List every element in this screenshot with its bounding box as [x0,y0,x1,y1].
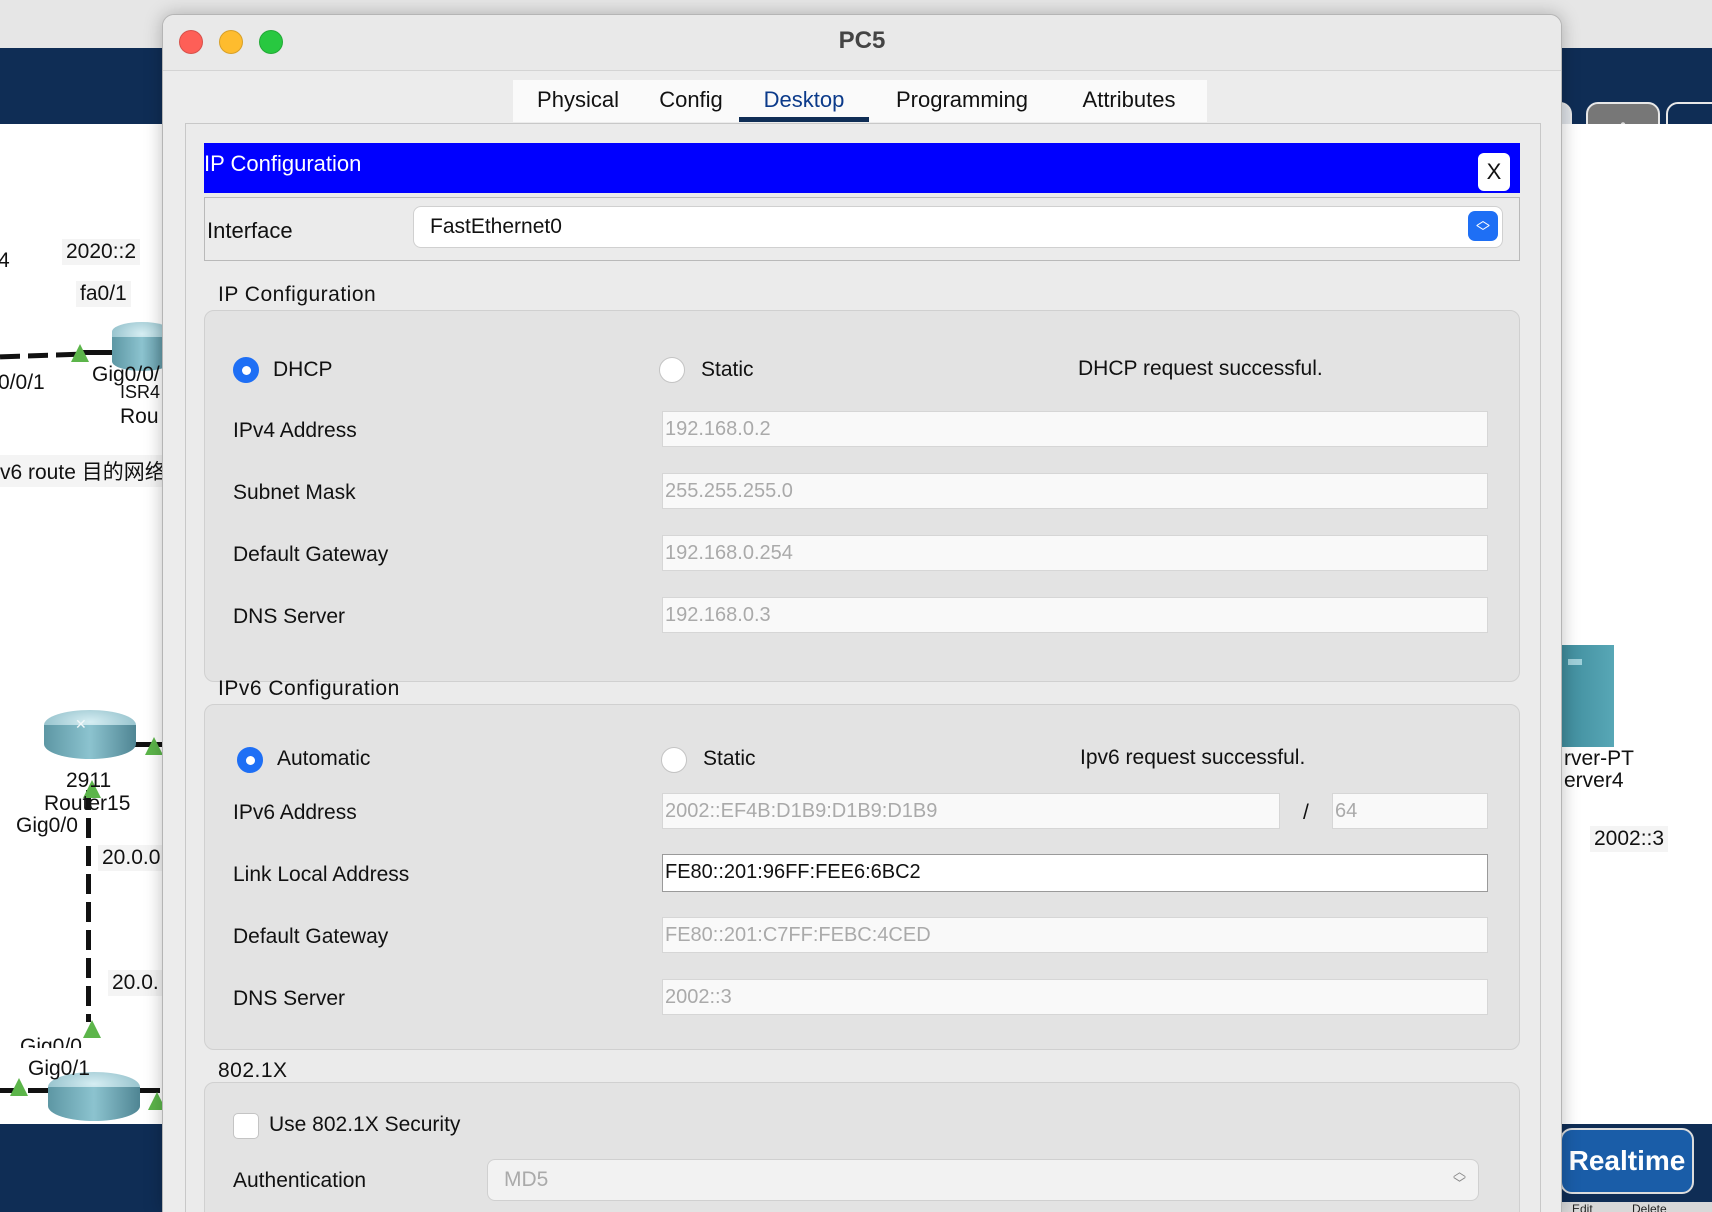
device-label: ISR4 [120,384,161,398]
desktop-content: IP Configuration X Interface FastEtherne… [185,123,1541,1212]
topology-label: 20.0. [108,970,163,996]
automatic-label: Automatic [277,747,371,770]
device-tabs: Physical Config Desktop Programming Attr… [513,80,1207,122]
ipv6-gateway-field[interactable]: FE80::201:C7FF:FEBC:4CED [662,917,1488,953]
automatic-radio[interactable] [237,747,263,773]
authentication-value: MD5 [504,1168,549,1191]
use-8021x-label: Use 802.1X Security [269,1113,461,1136]
ipv4-section-title: IP Configuration [218,283,377,306]
toolbar-right: ✥ ▲ [1550,48,1712,168]
router-icon[interactable]: ✕ [44,710,136,772]
tab-attributes[interactable]: Attributes [1055,80,1203,122]
topology-label: 20.0.0 [98,845,165,871]
dns-server-label: DNS Server [233,605,346,628]
pc5-window: PC5 Physical Config Desktop Programming … [162,14,1562,1212]
topology-label: 4 [0,249,10,272]
static-radio[interactable] [659,357,685,383]
window-title: PC5 [838,27,886,54]
ipv6-address-field[interactable]: 2002::EF4B:D1B9:D1B9:D1B9 [662,793,1280,829]
dropdown-chevron-icon: ︿ ﹀ [1468,211,1498,241]
dhcp-radio[interactable] [233,357,259,383]
delete-button[interactable]: Delete [1632,1202,1667,1212]
topology-note: v6 route 目的网络 [0,455,170,487]
network-link [86,790,91,1022]
use-8021x-checkbox[interactable] [233,1113,259,1139]
ipv4-address-field[interactable]: 192.168.0.2 [662,411,1488,447]
topology-label: fa0/1 [76,281,131,307]
static-label: Static [701,358,754,381]
dhcp-status: DHCP request successful. [1078,357,1323,380]
tab-desktop[interactable]: Desktop [739,80,869,122]
tab-config[interactable]: Config [643,80,739,122]
dropdown-chevron-icon: ︿ ﹀ [1452,1164,1466,1191]
tab-programming[interactable]: Programming [869,80,1055,122]
default-gateway-label: Default Gateway [233,543,389,566]
topology-label: Gig0/0 [16,814,78,837]
ipv6-status: Ipv6 request successful. [1080,746,1306,769]
prefix-separator: / [1303,801,1309,824]
panel-title: IP Configuration [204,151,362,176]
authentication-label: Authentication [233,1169,367,1192]
interface-value: FastEthernet0 [430,215,562,238]
ipv6-section-title: IPv6 Configuration [218,677,400,700]
toolbar-left [0,48,165,124]
subnet-mask-field[interactable]: 255.255.255.0 [662,473,1488,509]
server-icon[interactable] [1562,645,1614,747]
ipv4-address-label: IPv4 Address [233,419,357,442]
ipv6-gateway-label: Default Gateway [233,925,389,948]
realtime-mode-button[interactable]: Realtime [1560,1128,1694,1194]
dns-server-field[interactable]: 192.168.0.3 [662,597,1488,633]
tab-physical[interactable]: Physical [513,80,643,122]
ipv6-group: Automatic Static Ipv6 request successful… [204,704,1520,1050]
default-gateway-field[interactable]: 192.168.0.254 [662,535,1488,571]
topology-label: 2002::3 [1590,826,1669,852]
dot1x-group: Use 802.1X Security Authentication MD5 ︿… [204,1082,1520,1212]
device-label: erver4 [1564,769,1624,792]
subnet-mask-label: Subnet Mask [233,481,356,504]
link-status-marker [71,344,89,362]
link-local-field[interactable]: FE80::201:96FF:FEE6:6BC2 [662,854,1488,892]
ipv6-dns-label: DNS Server [233,987,346,1010]
prefix-length-field[interactable]: 64 [1332,793,1488,829]
bottom-toolbar-left [0,1124,165,1212]
ipv6-static-radio[interactable] [661,747,687,773]
interface-label: Interface [207,218,293,243]
ipv6-static-label: Static [703,747,756,770]
close-panel-button[interactable]: X [1478,153,1510,191]
ipv4-group: DHCP Static DHCP request successful. IPv… [204,310,1520,682]
ip-configuration-header: IP Configuration X [204,143,1520,193]
topology-label: 0/0/1 [0,371,45,394]
link-status-marker [145,737,163,755]
dhcp-label: DHCP [273,358,333,381]
interface-row: Interface FastEthernet0 ︿ ﹀ [204,197,1520,261]
edit-button[interactable]: Edit [1572,1202,1593,1212]
topology-label: 2020::2 [62,239,141,265]
ipv6-dns-field[interactable]: 2002::3 [662,979,1488,1015]
device-label: Rou [120,405,159,428]
dot1x-section-title: 802.1X [218,1059,288,1082]
window-titlebar: PC5 [163,15,1561,71]
interface-select[interactable]: FastEthernet0 ︿ ﹀ [413,206,1503,248]
topology-label: Gig0/0 [20,1035,82,1048]
ipv6-address-label: IPv6 Address [233,801,357,824]
topology-label: Gig0/1 [28,1057,90,1080]
link-local-label: Link Local Address [233,863,410,886]
authentication-select[interactable]: MD5 ︿ ﹀ [487,1159,1479,1201]
